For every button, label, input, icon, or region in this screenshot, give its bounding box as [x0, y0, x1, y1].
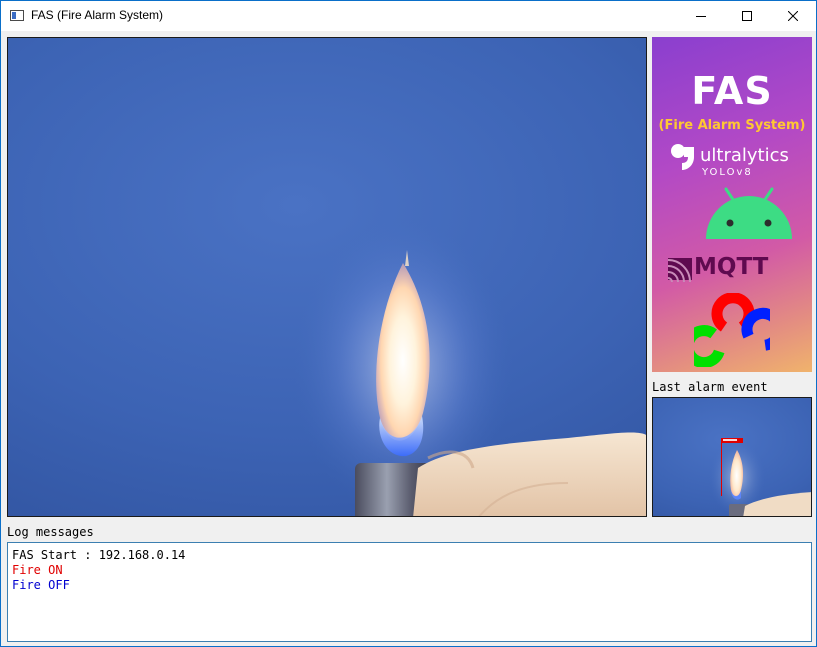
log-line: FAS Start : 192.168.0.14	[12, 548, 186, 562]
log-line: Fire OFF	[12, 578, 70, 592]
minimize-button[interactable]	[678, 1, 724, 31]
app-window: FAS (Fire Alarm System) FAS (Fire Alarm …	[0, 0, 817, 647]
android-icon	[706, 187, 792, 239]
mqtt-word: MQTT	[694, 254, 769, 280]
last-alarm-label: Last alarm event	[652, 380, 768, 394]
banner-subtitle: (Fire Alarm System)	[658, 118, 806, 133]
camera-feed	[7, 37, 647, 517]
mqtt-waves-icon	[668, 258, 692, 282]
minimize-icon	[696, 16, 706, 17]
log-messages-box[interactable]: FAS Start : 192.168.0.14 Fire ON Fire OF…	[7, 542, 812, 642]
mqtt-logo: MQTT	[668, 253, 788, 283]
ultralytics-word: ultralytics	[700, 145, 789, 166]
yolo-version: YOLOv8	[702, 167, 753, 178]
title-bar[interactable]: FAS (Fire Alarm System)	[1, 1, 816, 31]
last-alarm-thumbnail	[652, 397, 812, 517]
ultralytics-logo: ultralytics YOLOv8	[670, 143, 796, 181]
close-icon	[788, 11, 798, 21]
window-title: FAS (Fire Alarm System)	[31, 8, 164, 22]
ultralytics-icon	[671, 144, 694, 170]
maximize-icon	[742, 11, 752, 21]
alarm-snapshot-image	[709, 438, 811, 516]
log-line: Fire ON	[12, 563, 63, 577]
opencv-icon	[694, 293, 770, 367]
maximize-button[interactable]	[724, 1, 770, 31]
feature-banner: FAS (Fire Alarm System) ultralytics YOLO…	[652, 37, 812, 372]
banner-title: FAS	[691, 69, 773, 113]
log-label: Log messages	[7, 525, 94, 539]
close-button[interactable]	[770, 1, 816, 31]
client-area: FAS (Fire Alarm System) ultralytics YOLO…	[1, 31, 816, 646]
flame-image	[293, 218, 646, 516]
app-icon	[10, 10, 24, 21]
